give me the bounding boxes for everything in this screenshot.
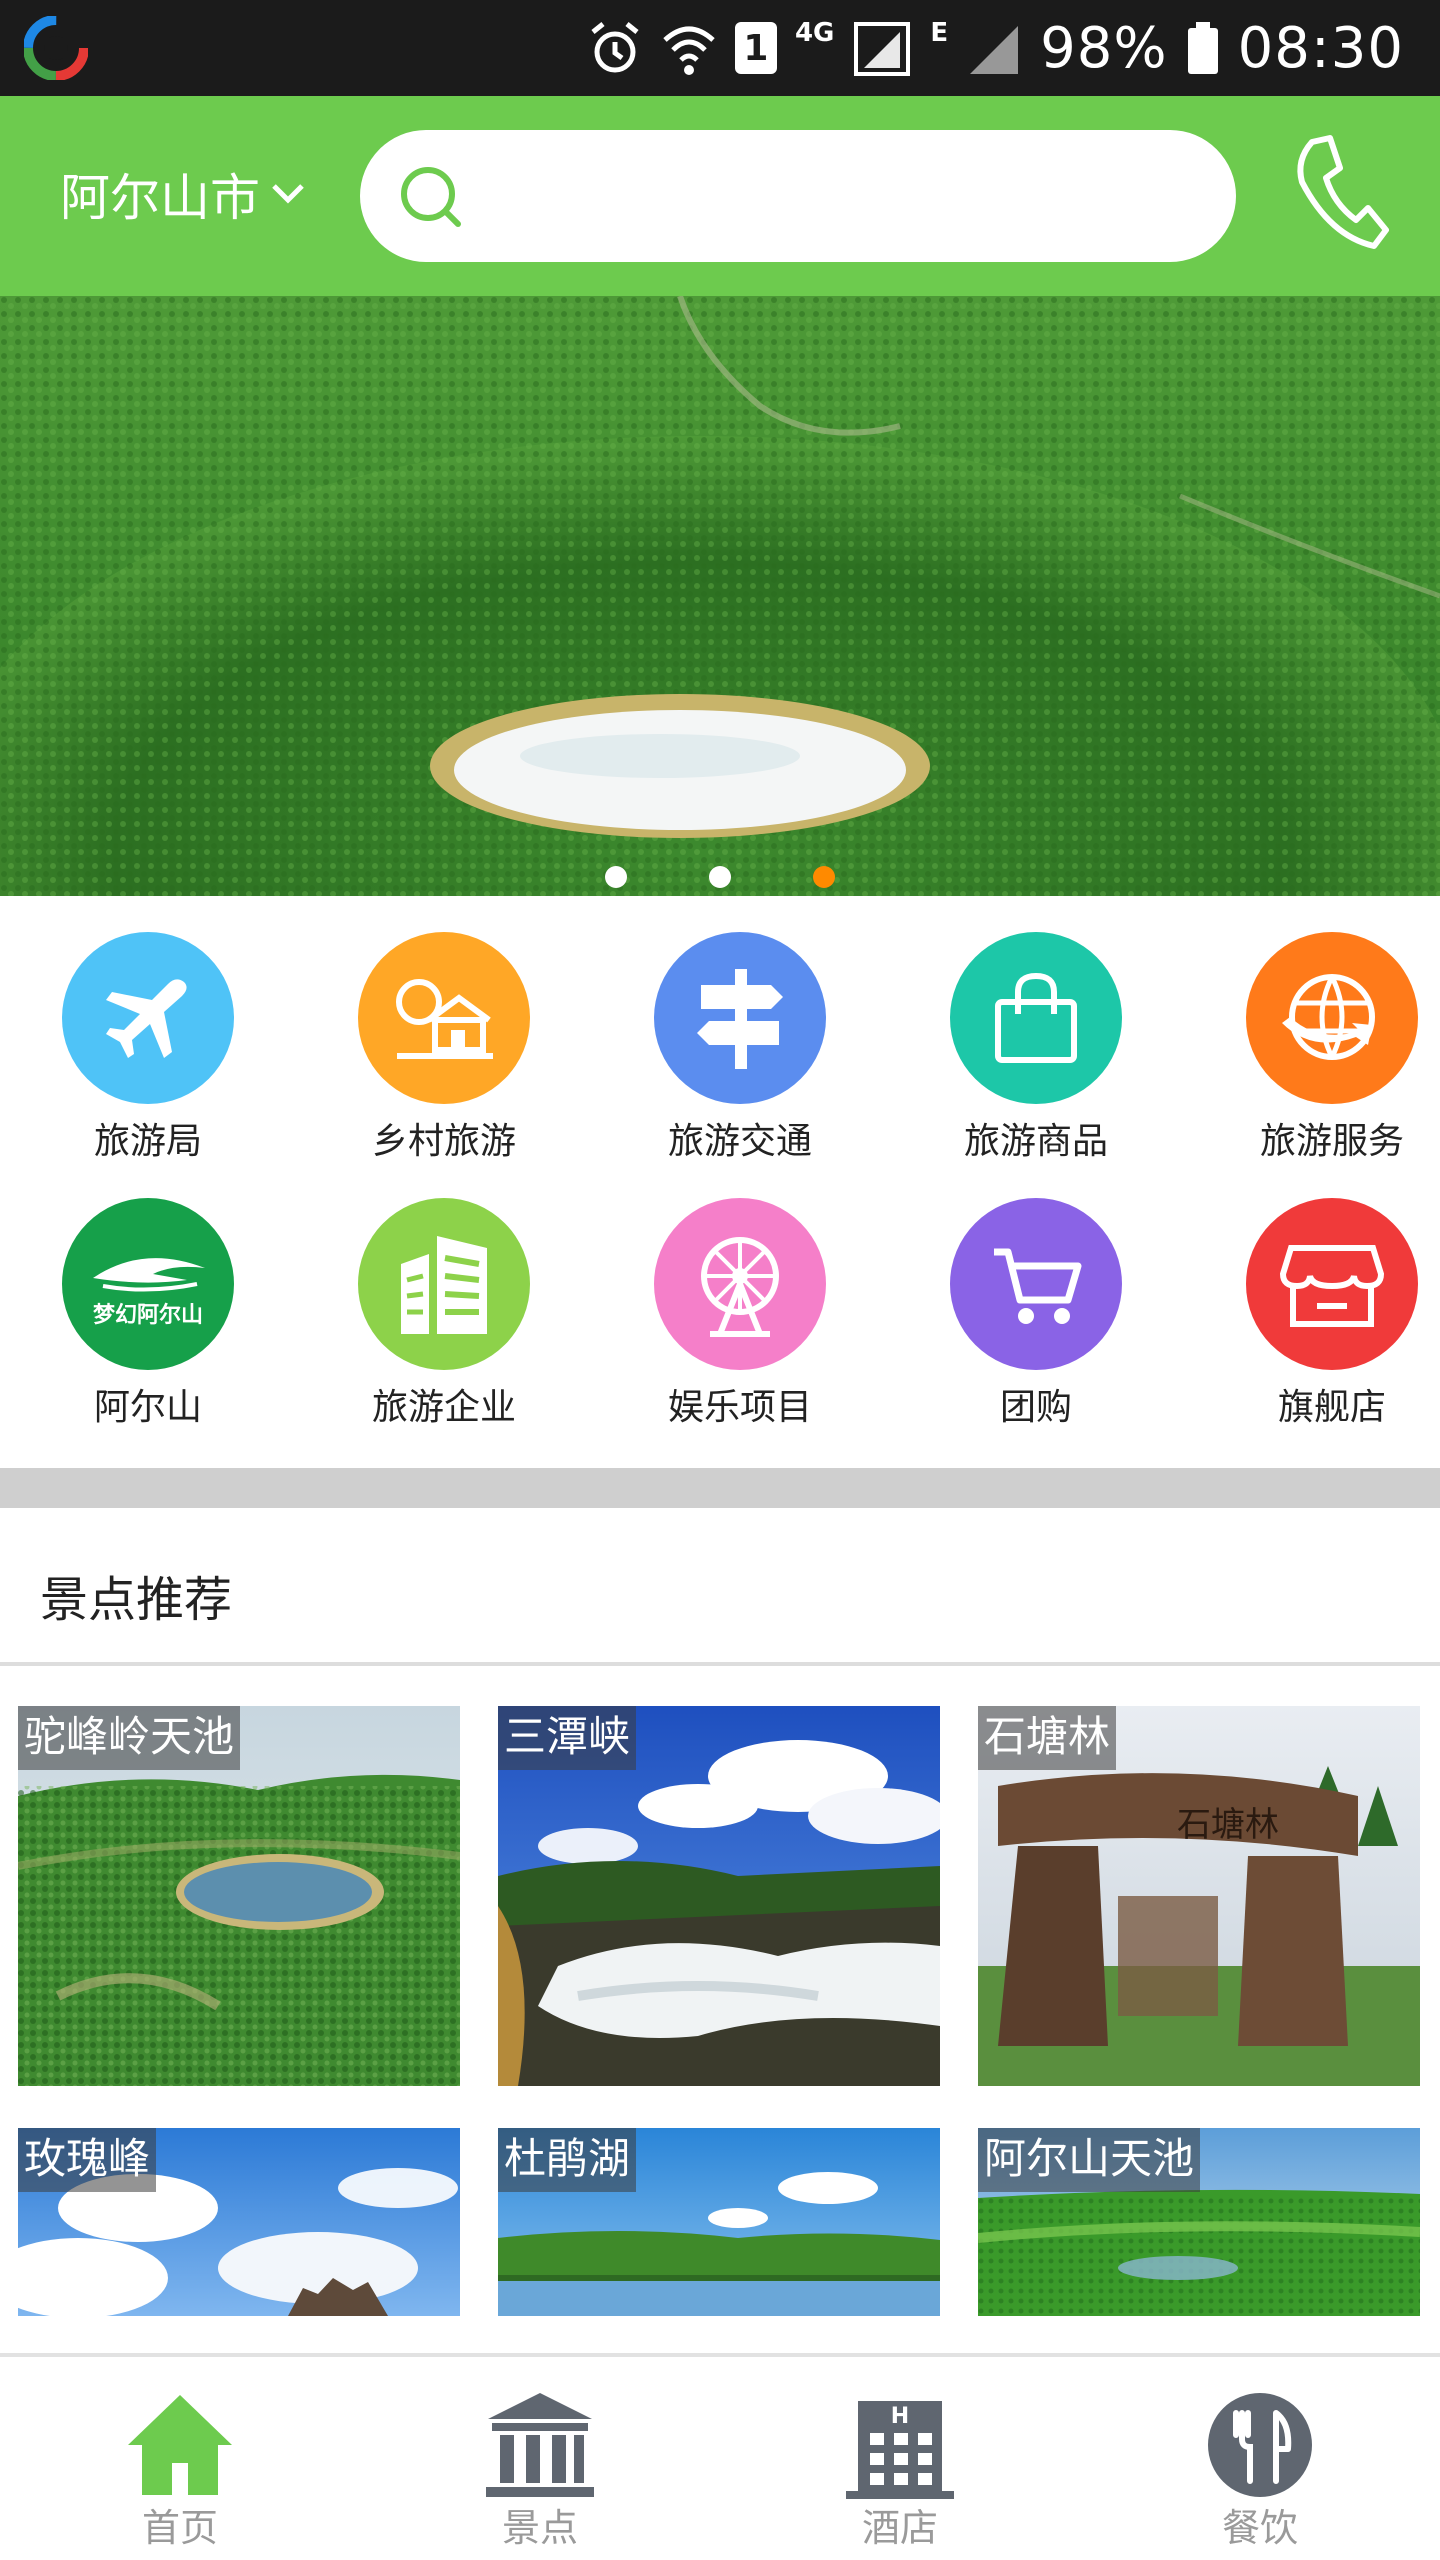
fork-knife-icon bbox=[1208, 2393, 1312, 2497]
category-entertainment[interactable]: 娱乐项目 bbox=[592, 1162, 888, 1428]
attraction-card[interactable]: 三潭峡 bbox=[498, 1706, 940, 2086]
signal-icon-2 bbox=[970, 26, 1019, 74]
category-label: 旅游企业 bbox=[371, 1387, 516, 1428]
attraction-card[interactable]: 驼峰岭天池 bbox=[18, 1706, 460, 2086]
attraction-card[interactable]: 阿尔山天池 bbox=[978, 2128, 1420, 2316]
attraction-name: 驼峰岭天池 bbox=[18, 1706, 241, 1770]
globe-service-icon bbox=[1246, 932, 1418, 1104]
battery-icon bbox=[1187, 22, 1218, 74]
sim-slot-number: 1 bbox=[743, 27, 769, 69]
city-selector[interactable]: 阿尔山市 bbox=[60, 154, 308, 234]
network-e-label: E bbox=[930, 18, 949, 48]
airplane-icon bbox=[62, 932, 234, 1104]
search-input[interactable] bbox=[490, 150, 1190, 242]
category-label: 旅游交通 bbox=[667, 1121, 812, 1162]
network-4g-label: 4G bbox=[794, 18, 835, 48]
signpost-icon bbox=[654, 932, 826, 1104]
banner-image bbox=[0, 296, 1440, 896]
banner-carousel[interactable] bbox=[0, 296, 1440, 896]
category-rural-tourism[interactable]: 乡村旅游 bbox=[296, 896, 592, 1162]
bottom-nav: 首页 景点 H 酒店 餐饮 bbox=[0, 2357, 1440, 2560]
category-group-buy[interactable]: 团购 bbox=[888, 1162, 1184, 1428]
carousel-dot-3-active[interactable] bbox=[813, 866, 835, 888]
category-label: 旅游局 bbox=[93, 1121, 202, 1162]
carousel-dot-1[interactable] bbox=[605, 866, 627, 888]
wifi-icon bbox=[663, 26, 715, 75]
attraction-card[interactable]: 石塘林 石塘林 bbox=[978, 1706, 1420, 2086]
recommend-title: 景点推荐 bbox=[40, 1572, 233, 1628]
stone-sign-text: 石塘林 bbox=[1177, 1805, 1279, 1845]
attraction-name: 石塘林 bbox=[978, 1706, 1117, 1770]
app-header: 阿尔山市 bbox=[0, 96, 1440, 296]
nav-attractions[interactable]: 景点 bbox=[360, 2357, 720, 2560]
category-arxan[interactable]: 梦幻阿尔山 阿尔山 bbox=[0, 1162, 296, 1428]
clock: 08:30 bbox=[1237, 15, 1404, 81]
storefront-icon bbox=[1246, 1198, 1418, 1370]
app-root: 1 4G E 98% 08:30 阿尔山市 旅游局 乡村旅游 旅游交通 旅游商品… bbox=[0, 0, 1440, 2560]
category-enterprise[interactable]: 旅游企业 bbox=[296, 1162, 592, 1428]
nav-label: 酒店 bbox=[861, 2506, 938, 2550]
app-notification-icon bbox=[24, 16, 88, 80]
category-products[interactable]: 旅游商品 bbox=[888, 896, 1184, 1162]
attraction-card[interactable]: 玫瑰峰 bbox=[18, 2128, 460, 2316]
category-label: 旅游商品 bbox=[963, 1121, 1108, 1162]
ferris-wheel-icon bbox=[654, 1198, 826, 1370]
dream-arxan-logo-icon: 梦幻阿尔山 bbox=[62, 1198, 234, 1370]
category-flagship-store[interactable]: 旗舰店 bbox=[1184, 1162, 1440, 1428]
category-grid: 旅游局 乡村旅游 旅游交通 旅游商品 旅游服务 梦幻阿尔山 阿尔山 旅游企业 娱… bbox=[0, 896, 1440, 1468]
nav-home[interactable]: 首页 bbox=[0, 2357, 360, 2560]
search-bar[interactable] bbox=[360, 130, 1236, 262]
nav-hotels[interactable]: H 酒店 bbox=[720, 2357, 1080, 2560]
search-icon bbox=[401, 167, 461, 227]
village-house-icon bbox=[358, 932, 530, 1104]
shopping-bag-icon bbox=[950, 932, 1122, 1104]
nav-dining[interactable]: 餐饮 bbox=[1080, 2357, 1440, 2560]
chevron-down-icon bbox=[272, 184, 304, 204]
home-icon bbox=[128, 2395, 232, 2495]
svg-text:H: H bbox=[891, 2404, 909, 2429]
carousel-indicator bbox=[0, 866, 1440, 896]
recommend-divider bbox=[0, 1662, 1440, 1666]
battery-percent: 98% bbox=[1040, 15, 1168, 81]
status-bar: 1 4G E 98% 08:30 bbox=[0, 0, 1440, 96]
category-label: 乡村旅游 bbox=[371, 1121, 516, 1162]
building-icon bbox=[358, 1198, 530, 1370]
nav-label: 景点 bbox=[501, 2506, 578, 2550]
attraction-card[interactable]: 杜鹃湖 bbox=[498, 2128, 940, 2316]
attraction-name: 阿尔山天池 bbox=[978, 2128, 1201, 2192]
category-label: 旗舰店 bbox=[1277, 1387, 1386, 1428]
signal-icon-1 bbox=[854, 22, 911, 76]
category-transport[interactable]: 旅游交通 bbox=[592, 896, 888, 1162]
attraction-name: 玫瑰峰 bbox=[18, 2128, 157, 2192]
category-label: 旅游服务 bbox=[1259, 1121, 1404, 1162]
phone-icon[interactable] bbox=[1290, 132, 1390, 252]
nav-label: 餐饮 bbox=[1221, 2506, 1298, 2550]
museum-icon bbox=[486, 2393, 594, 2497]
category-tourism-bureau[interactable]: 旅游局 bbox=[0, 896, 296, 1162]
section-divider bbox=[0, 1468, 1440, 1508]
category-label: 阿尔山 bbox=[93, 1387, 202, 1428]
sim-slot-badge: 1 bbox=[734, 22, 777, 74]
alarm-icon bbox=[591, 22, 639, 73]
nav-label: 首页 bbox=[141, 2506, 218, 2550]
attraction-name: 杜鹃湖 bbox=[498, 2128, 637, 2192]
status-icons: 1 4G E 98% 08:30 bbox=[587, 0, 1404, 96]
category-label: 娱乐项目 bbox=[667, 1387, 812, 1428]
arxan-logo-text: 梦幻阿尔山 bbox=[93, 1302, 203, 1328]
carousel-dot-2[interactable] bbox=[709, 866, 731, 888]
city-name: 阿尔山市 bbox=[60, 169, 260, 227]
cart-icon bbox=[950, 1198, 1122, 1370]
category-label: 团购 bbox=[999, 1387, 1072, 1428]
attraction-name: 三潭峡 bbox=[498, 1706, 637, 1770]
category-service[interactable]: 旅游服务 bbox=[1184, 896, 1440, 1162]
hotel-building-icon: H bbox=[846, 2401, 954, 2499]
